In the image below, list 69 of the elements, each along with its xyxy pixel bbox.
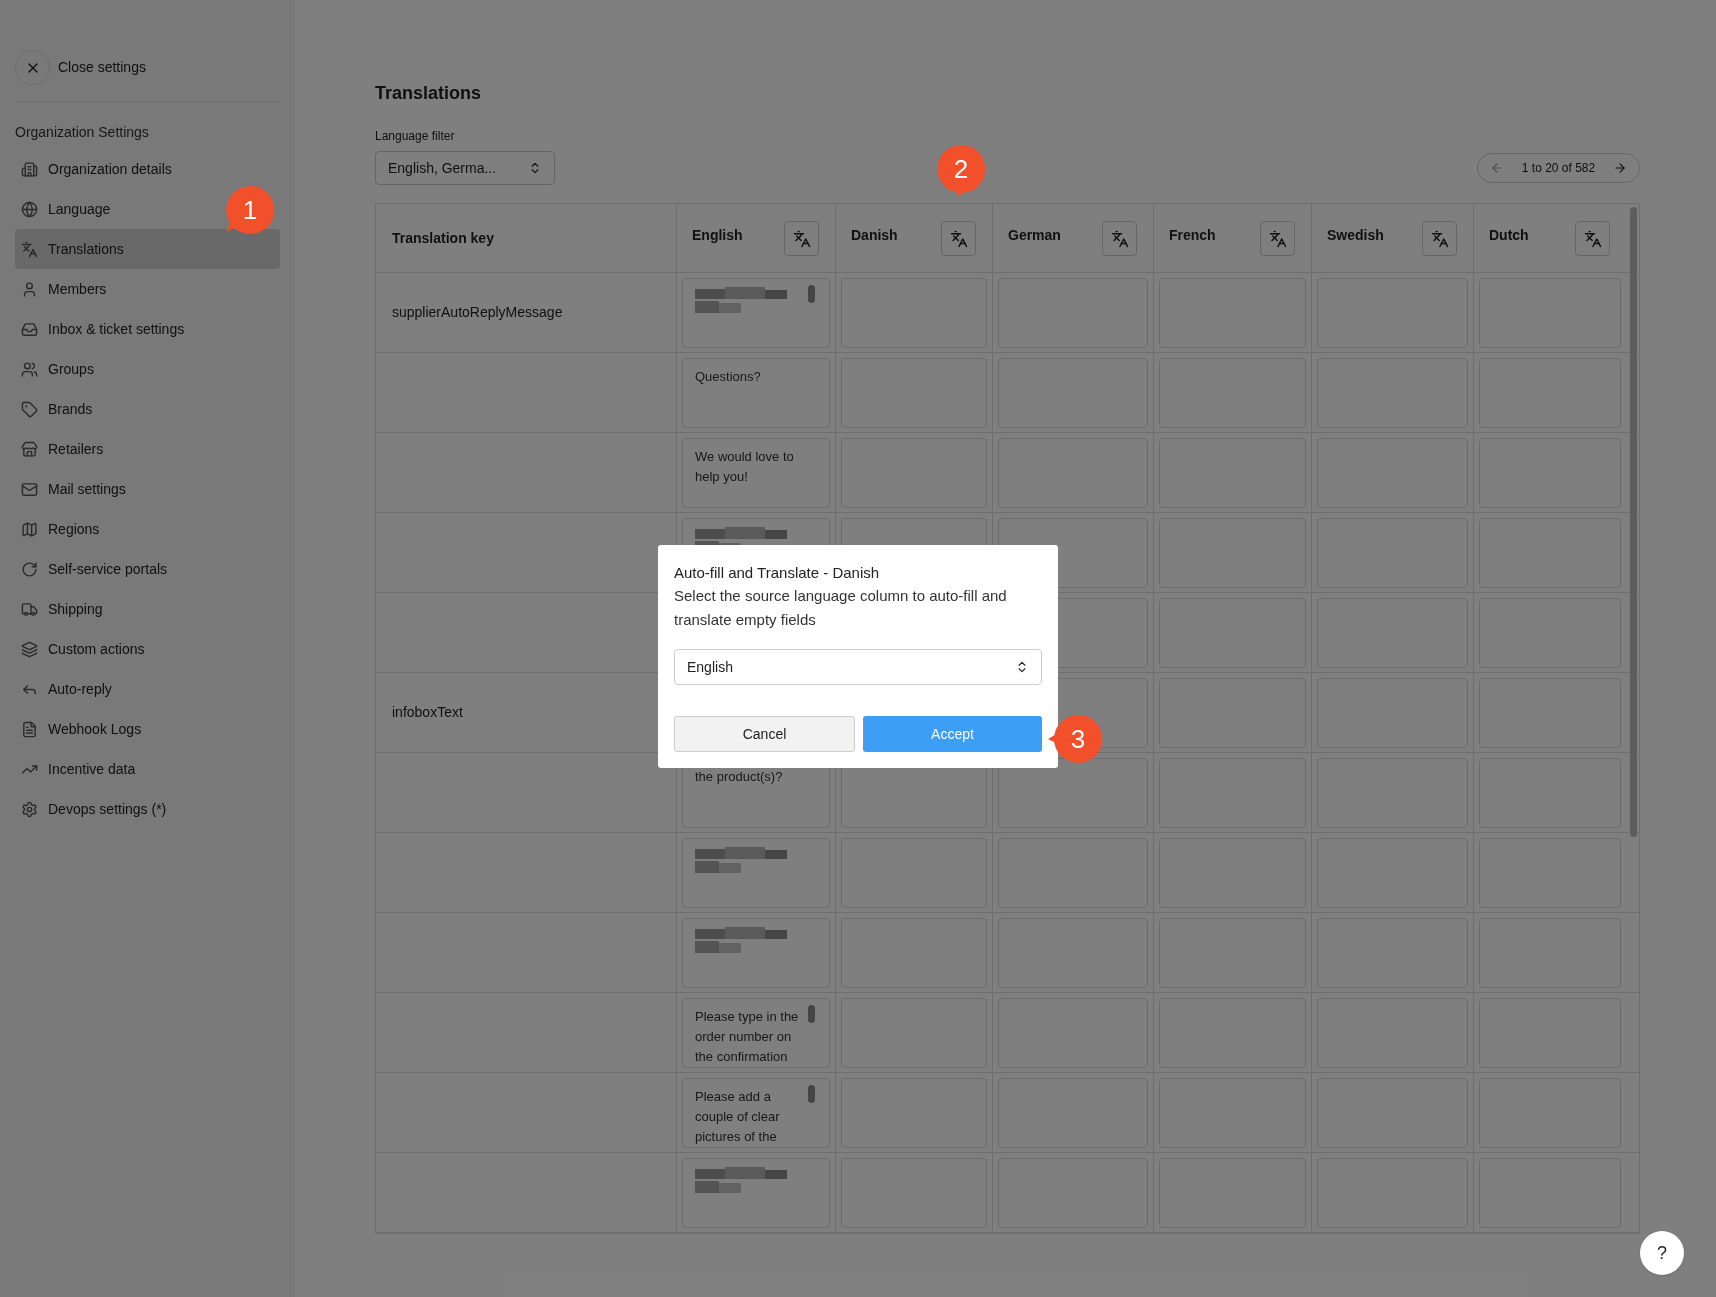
people-icon [21, 360, 38, 378]
translate-icon [1268, 229, 1287, 248]
translate-button[interactable] [1102, 221, 1137, 256]
translation-field[interactable]: We would love to help you! [682, 438, 830, 508]
layers-icon [21, 640, 38, 658]
translate-icon [949, 229, 968, 248]
translate-button[interactable] [1422, 221, 1457, 256]
column-header: English [692, 226, 743, 245]
dialog-title: Auto-fill and Translate - Danish [674, 563, 881, 583]
translate-icon [1110, 229, 1129, 248]
column-header: Translation key [391, 228, 495, 248]
page-title: Translations [375, 82, 483, 105]
refresh-icon [21, 560, 38, 578]
translate-button[interactable] [784, 221, 819, 256]
column-header: Swedish [1327, 226, 1384, 245]
page-range: 1 to 20 of 582 [1521, 160, 1596, 177]
column-header: French [1169, 226, 1216, 245]
language-filter-select[interactable]: English, Germa... [375, 151, 555, 185]
map-icon [21, 520, 38, 538]
section-title: Organization Settings [15, 123, 150, 142]
field-text: Please add a couple of clear pictures of the [695, 1088, 781, 1146]
cancel-button[interactable]: Cancel [674, 716, 855, 752]
translation-field[interactable]: Please add a couple of clear pictures of the [682, 1078, 830, 1148]
next-icon[interactable] [1613, 161, 1627, 175]
field-text: the product(s)? [695, 768, 784, 786]
field-text: Please type in the order number on the confirmation [695, 1008, 800, 1066]
document-icon [21, 720, 38, 738]
translation-field[interactable] [998, 758, 1148, 828]
truck-icon [21, 600, 38, 618]
translate-button[interactable] [941, 221, 976, 256]
tag-icon [21, 400, 38, 418]
previous-icon[interactable] [1490, 161, 1504, 175]
scrollbar[interactable] [808, 285, 815, 303]
help-button[interactable]: ? [1640, 1231, 1684, 1275]
column-header: Danish [851, 226, 898, 245]
sidebar-item[interactable]: Translations [15, 229, 280, 269]
mail-icon [21, 480, 38, 498]
translation-key: supplierAutoReplyMessage [392, 302, 563, 323]
dialog-message: Select the source language column to auto-fill and translate empty fields [674, 586, 1008, 630]
column-header: Dutch [1489, 226, 1529, 245]
accept-button[interactable]: Accept [863, 716, 1042, 752]
translation-key: infoboxText [392, 702, 463, 723]
scrollbar[interactable] [808, 1085, 815, 1103]
translation-field[interactable] [682, 918, 830, 988]
translate-icon [792, 229, 811, 248]
translate-icon [1430, 229, 1449, 248]
store-icon [21, 440, 38, 458]
field-text: We would love to help you! [695, 448, 795, 486]
scrollbar[interactable] [808, 1005, 815, 1023]
building-icon [21, 160, 38, 178]
column-header: German [1008, 226, 1061, 245]
person-icon [21, 280, 38, 298]
close-label: Close settings [58, 58, 146, 77]
translation-field[interactable] [682, 838, 830, 908]
translate-icon [1583, 229, 1602, 248]
translation-field[interactable] [682, 1158, 830, 1228]
source-language-select[interactable]: English [674, 649, 1042, 685]
inbox-icon [21, 320, 38, 338]
translation-field[interactable]: Questions? [682, 358, 830, 428]
translation-field[interactable]: Please type in the order number on the confirmation [682, 998, 830, 1068]
translation-field[interactable] [682, 278, 830, 348]
field-text: Questions? [695, 368, 762, 386]
translate-button[interactable] [1260, 221, 1295, 256]
translate-icon [21, 240, 38, 258]
globe-icon [21, 200, 38, 218]
translate-button[interactable] [1575, 221, 1610, 256]
table-scrollbar[interactable] [1630, 207, 1637, 837]
settings-icon [21, 800, 38, 818]
filter-label: Language filter [375, 128, 456, 145]
